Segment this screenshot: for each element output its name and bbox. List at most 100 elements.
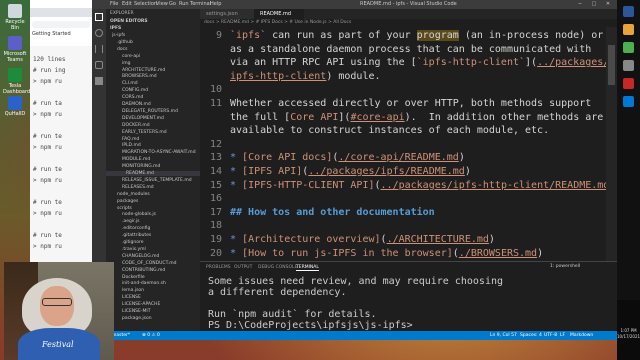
folder-icon[interactable] <box>623 24 634 35</box>
menu-view[interactable]: View <box>156 1 168 7</box>
explorer-icon[interactable] <box>95 13 103 21</box>
terminal-shell-select[interactable]: 1: powershell <box>550 264 580 269</box>
recycle-bin-icon[interactable]: Recycle Bin <box>3 4 27 31</box>
file-tree-item[interactable]: RELEASES.md <box>122 185 154 190</box>
code-text: * [Core API docs](./core-api/README.md) <box>230 151 465 165</box>
open-editors-section[interactable]: OPEN EDITORS <box>110 19 148 24</box>
file-tree-item[interactable]: LICENSE-APACHE <box>122 302 160 307</box>
code-text: via an HTTP RPC API using the [`ipfs-htt… <box>230 56 609 70</box>
file-tree-item[interactable]: core-api <box>122 54 140 59</box>
file-tree-item[interactable]: init-and-daemon.sh <box>122 281 166 286</box>
tab-settings-json[interactable]: settings.json <box>200 9 254 19</box>
file-tree-item[interactable]: DELEGATE_ROUTERS.md <box>122 109 178 114</box>
menu-terminal[interactable]: Terminal <box>190 1 211 7</box>
run-debug-icon[interactable] <box>95 61 103 69</box>
editor-scrollbar[interactable] <box>606 27 617 261</box>
file-tree-item[interactable]: js-ipfs <box>112 33 125 38</box>
browser-address-bar[interactable] <box>32 21 90 28</box>
file-tree-item[interactable]: MIGRATION-TO-ASYNC-AWAIT.md <box>122 150 196 155</box>
file-tree-item[interactable]: node_modules <box>117 192 150 197</box>
indentation[interactable]: Spaces: 4 <box>520 331 542 340</box>
teams-icon[interactable]: Microsoft Teams <box>3 36 27 63</box>
file-tree-item[interactable]: RELEASE_ISSUE_TEMPLATE.md <box>122 178 192 183</box>
source-control-icon[interactable] <box>95 45 103 53</box>
scrollbar-thumb[interactable] <box>608 45 615 85</box>
file-tree-item[interactable]: CONFIG.md <box>122 88 148 93</box>
tab-output[interactable]: OUTPUT <box>234 265 252 270</box>
code-editor[interactable]: 9 `ipfs` can run as part of your program … <box>200 27 617 261</box>
problems-count[interactable]: ⊗ 0 ⚠ 0 <box>142 331 160 340</box>
menu-file[interactable]: File <box>110 1 118 7</box>
vscode-taskbar-icon[interactable] <box>623 96 634 107</box>
tab-readme[interactable]: README.md <box>254 9 304 19</box>
file-tree-item[interactable]: LICENSE <box>122 295 141 300</box>
file-tree-item[interactable]: lerna.json <box>122 288 144 293</box>
menu-edit[interactable]: Edit <box>122 1 132 7</box>
file-tree-item[interactable]: scripts <box>117 206 132 211</box>
file-tree-item[interactable]: CORS.md <box>122 95 143 100</box>
file-tree-item[interactable]: LICENSE-MIT <box>122 309 150 314</box>
clock-time[interactable]: 1:07 PM <box>617 328 640 333</box>
file-tree-item[interactable]: IPLD.md <box>122 143 141 148</box>
minimize-icon[interactable]: ─ <box>573 0 587 9</box>
file-tree-item[interactable]: Dockerfile <box>122 275 145 280</box>
maximize-icon[interactable]: □ <box>587 0 601 9</box>
ipfs-section[interactable]: IPFS <box>110 26 121 31</box>
bookmark-getting-started[interactable]: Getting Started <box>32 31 71 37</box>
breadcrumb[interactable]: docs > README.md > # IPFS Docs > # Use i… <box>200 19 617 27</box>
file-tree-item[interactable]: README.md <box>106 171 200 176</box>
file-tree-item[interactable]: .editorconfig <box>122 226 150 231</box>
file-tree-item[interactable]: packages <box>117 199 138 204</box>
browser-tabbar[interactable] <box>30 8 92 17</box>
file-tree-item[interactable]: CODE_OF_CONDUCT.md <box>122 261 176 266</box>
tesla-dashboard-icon[interactable]: Tesla Dashboard <box>3 68 30 95</box>
file-tree-item[interactable]: CLI.md <box>122 81 138 86</box>
chrome-icon[interactable] <box>623 42 634 53</box>
menu-help[interactable]: Help <box>210 1 221 7</box>
file-tree-item[interactable]: EARLY_TESTERS.md <box>122 130 167 135</box>
language-mode[interactable]: Markdown <box>570 331 593 340</box>
file-tree-item[interactable]: .gitattributes <box>122 233 151 238</box>
file-tree-item[interactable]: CONTRIBUTING.md <box>122 268 165 273</box>
file-tree-item[interactable]: CHANGELOG.md <box>122 254 159 259</box>
close-icon[interactable]: ✕ <box>601 0 615 9</box>
file-tree-item[interactable]: img <box>122 61 131 66</box>
cursor-position[interactable]: Ln 9, Col 57 <box>490 331 517 340</box>
file-tree-item[interactable]: DOCKER.md <box>122 123 150 128</box>
browser-text-line: # run te <box>33 133 62 140</box>
quhalld-icon[interactable]: QuHallD <box>3 96 27 117</box>
encoding[interactable]: UTF-8 <box>544 331 557 340</box>
extensions-icon[interactable] <box>95 77 103 85</box>
menu-run[interactable]: Run <box>179 1 189 7</box>
line-ending[interactable]: LF <box>560 331 565 340</box>
code-token: available to construct instances of each… <box>230 125 550 137</box>
menu-selection[interactable]: Selection <box>134 1 157 7</box>
code-text: * [IPFS API](../packages/ipfs/README.md) <box>230 165 471 179</box>
word-icon[interactable] <box>623 6 634 17</box>
tab-terminal[interactable]: TERMINAL <box>296 265 319 271</box>
file-tree-item[interactable]: .travis.yml <box>122 247 146 252</box>
search-icon[interactable] <box>95 29 103 37</box>
file-tree-item[interactable]: DAEMON.md <box>122 102 151 107</box>
file-tree-item[interactable]: package.json <box>122 316 152 321</box>
file-tree-item[interactable]: .github <box>117 40 133 45</box>
file-tree-item[interactable]: MODULE.md <box>122 157 150 162</box>
file-tree-item[interactable]: docs <box>117 47 127 52</box>
file-tree-item[interactable]: DEVELOPMENT.md <box>122 116 164 121</box>
window-title: README.md - ipfs - Visual Studio Code <box>360 1 457 7</box>
app-icon[interactable] <box>623 60 634 71</box>
file-tree-item[interactable]: ARCHITECTURE.md <box>122 68 165 73</box>
code-text: `ipfs` can run as part of your program (… <box>230 29 603 43</box>
file-tree-item[interactable]: FAQ.md <box>122 137 139 142</box>
file-tree-item[interactable]: BROWSERS.md <box>122 74 157 79</box>
file-tree-item[interactable]: MONITORING.md <box>122 164 160 169</box>
app-icon-red[interactable] <box>623 78 634 89</box>
file-tree-item[interactable]: .aegir.js <box>122 219 140 224</box>
clock-date[interactable]: 10/17/2021 <box>617 334 640 339</box>
menu-go[interactable]: Go <box>169 1 176 7</box>
file-tree-item[interactable]: node-globals.js <box>122 212 156 217</box>
tab-problems[interactable]: PROBLEMS <box>206 265 231 270</box>
tab-debug-console[interactable]: DEBUG CONSOLE <box>258 265 297 270</box>
file-tree-item[interactable]: .gitignore <box>122 240 144 245</box>
git-branch[interactable]: master* <box>112 331 130 340</box>
